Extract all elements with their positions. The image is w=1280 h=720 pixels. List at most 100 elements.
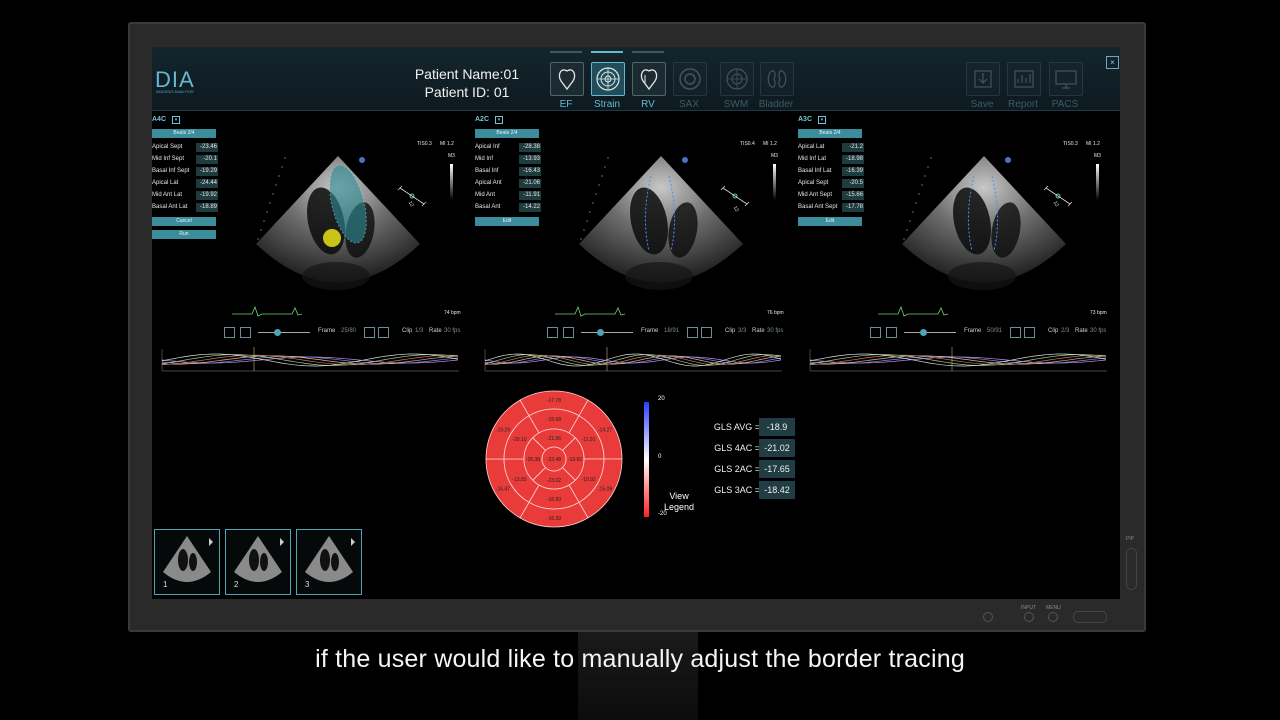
frame-slider[interactable] <box>904 332 956 333</box>
strain-curve <box>809 354 1107 366</box>
clip-thumbnail[interactable]: 1 <box>154 529 220 595</box>
view-panel-a4c: A4C ▾ Beats 2/4 Apical Sept -23.46 Mid Inf Se… <box>152 114 470 344</box>
pacs-icon <box>1055 70 1077 89</box>
menu-label: MENU <box>1046 605 1061 611</box>
sax-icon <box>679 68 701 90</box>
orientation-marker <box>1005 157 1011 163</box>
ecg-trace <box>878 305 948 317</box>
strain-segment-value: -14.22 <box>519 203 541 212</box>
strain-segment-label: Basal Inf <box>475 168 499 174</box>
frame-slider-handle[interactable] <box>274 329 281 336</box>
stop-button[interactable] <box>240 327 251 338</box>
rate-value: 30 fps <box>767 328 784 334</box>
view-legend-button[interactable]: View Legend <box>664 491 694 513</box>
menu-button[interactable] <box>1048 612 1058 622</box>
edit-button[interactable]: Edit <box>798 217 862 226</box>
ultrasound-image[interactable] <box>874 126 1094 316</box>
bullseye-value: -17.78 <box>547 398 561 404</box>
close-button[interactable]: × <box>1106 56 1119 69</box>
beats-button[interactable]: Beats 2/4 <box>152 129 216 138</box>
pause-button[interactable] <box>547 327 558 338</box>
patient-name: Patient Name:01 <box>414 66 520 82</box>
kidney-icon <box>767 70 787 88</box>
stop-button[interactable] <box>886 327 897 338</box>
bullseye-value: -13.93 <box>512 477 526 483</box>
view-dropdown-icon[interactable]: ▾ <box>818 116 826 124</box>
strain-segment-label: Basal Ant Lat <box>152 204 188 210</box>
bezel-rocker[interactable] <box>1126 548 1137 590</box>
bullseye-value: -14.27 <box>598 428 612 434</box>
gls-label: GLS 3AC = <box>714 485 760 495</box>
frame-label: Frame <box>964 328 982 334</box>
clip-thumbnail[interactable]: 2 <box>225 529 291 595</box>
next-clip-button[interactable] <box>701 327 712 338</box>
power-button[interactable] <box>983 612 993 622</box>
strain-row: Apical Inf -28.38 <box>475 142 541 153</box>
ultrasound-image[interactable] <box>551 126 771 316</box>
beats-button[interactable]: Beats 2/4 <box>475 129 539 138</box>
edit-button[interactable]: Edit <box>475 217 539 226</box>
pause-button[interactable] <box>870 327 881 338</box>
bullseye-value: -15.09 <box>598 487 612 493</box>
tis-label: TIS0.4 <box>740 141 755 147</box>
strain-row: Apical Sept -23.46 <box>152 142 218 153</box>
frame-slider[interactable] <box>258 332 310 333</box>
save-button[interactable] <box>966 62 1000 96</box>
prev-clip-button[interactable] <box>364 327 375 338</box>
input-button[interactable] <box>1024 612 1034 622</box>
bullseye-plot: -17.78 -14.27 -15.09 -16.39 -16.47 -19.29 -15.… <box>485 390 623 528</box>
strain-row: Mid Ant -11.91 <box>475 190 541 201</box>
strain-segment-value: -24.44 <box>196 179 218 188</box>
strain-row: Mid Inf Sept -20.1 <box>152 154 218 165</box>
strain-segment-value: -28.38 <box>519 143 541 152</box>
play-icon <box>209 538 213 546</box>
nav-rocker[interactable] <box>1073 611 1107 623</box>
stop-button[interactable] <box>563 327 574 338</box>
strain-segment-label: Apical Sept <box>798 180 829 186</box>
nav-sax-button[interactable] <box>673 62 707 96</box>
strain-segment-label: Apical Inf <box>475 144 500 150</box>
play-icon <box>280 538 284 546</box>
frame-slider-handle[interactable] <box>597 329 604 336</box>
beats-button[interactable]: Beats 2/4 <box>798 129 862 138</box>
gls-value: -17.65 <box>759 460 795 478</box>
pip-label: PIP <box>1126 536 1135 542</box>
strain-segment-value: -18.98 <box>842 155 864 164</box>
strain-segment-value: -17.78 <box>842 203 864 212</box>
prev-clip-button[interactable] <box>1010 327 1021 338</box>
nav-rv-button[interactable] <box>632 62 666 96</box>
strain-row: Apical Lat -21.2 <box>798 142 864 153</box>
nav-ef-button[interactable] <box>550 62 584 96</box>
strain-row: Mid Ant Lat -19.92 <box>152 190 218 201</box>
bullseye-icon <box>596 67 620 91</box>
nav-strain-button[interactable] <box>591 62 625 96</box>
view-tag: A3C <box>798 116 813 123</box>
nav-bladder-button[interactable] <box>760 62 794 96</box>
prev-clip-button[interactable] <box>687 327 698 338</box>
patient-id: Patient ID: 01 <box>424 84 510 100</box>
bullseye-value: -15.68 <box>547 417 561 423</box>
nav-bladder-label: Bladder <box>758 99 794 110</box>
tis-label: TIS0.3 <box>1063 141 1078 147</box>
ecg-trace <box>232 305 302 317</box>
frame-slider-handle[interactable] <box>920 329 927 336</box>
frame-slider[interactable] <box>581 332 633 333</box>
pause-button[interactable] <box>224 327 235 338</box>
grayscale-bar <box>773 164 776 200</box>
strain-row: Apical Sept -20.5 <box>798 178 864 189</box>
mi-label: MI 1.2 <box>763 141 777 147</box>
view-dropdown-icon[interactable]: ▾ <box>172 116 180 124</box>
report-button[interactable] <box>1007 62 1041 96</box>
strain-segment-label: Mid Inf <box>475 156 494 162</box>
next-clip-button[interactable] <box>378 327 389 338</box>
ultrasound-image[interactable] <box>228 126 448 316</box>
cancel-button[interactable]: Cancel <box>152 217 216 226</box>
pacs-button[interactable] <box>1049 62 1083 96</box>
next-clip-button[interactable] <box>1024 327 1035 338</box>
clip-thumbnail[interactable]: 3 <box>296 529 362 595</box>
view-dropdown-icon[interactable]: ▾ <box>495 116 503 124</box>
nav-swm-button[interactable] <box>720 62 754 96</box>
clip-label: Clip <box>402 328 413 334</box>
run-button[interactable]: Run <box>152 230 216 239</box>
bullseye-value: -11.91 <box>582 437 596 443</box>
